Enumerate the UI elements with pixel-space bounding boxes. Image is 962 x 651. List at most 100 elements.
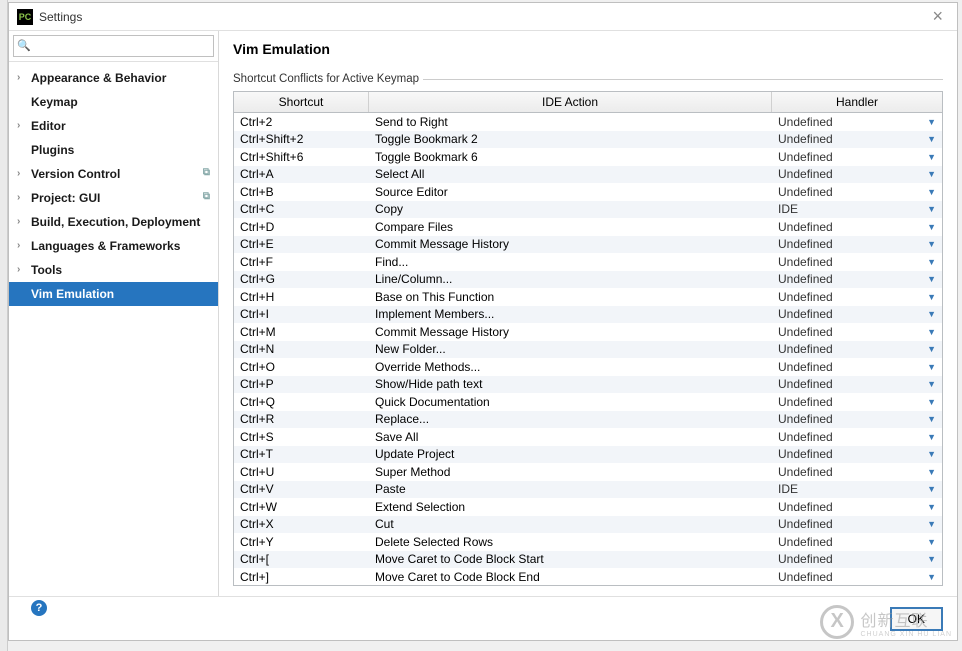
table-row[interactable]: Ctrl+DCompare FilesUndefined▼ (234, 218, 942, 236)
chevron-down-icon[interactable]: ▼ (927, 572, 936, 582)
chevron-down-icon[interactable]: ▼ (927, 519, 936, 529)
chevron-down-icon[interactable]: ▼ (927, 344, 936, 354)
chevron-down-icon[interactable]: ▼ (927, 204, 936, 214)
cell-handler[interactable]: Undefined▼ (772, 551, 942, 567)
close-icon[interactable]: × (926, 6, 949, 27)
table-row[interactable]: Ctrl+GLine/Column...Undefined▼ (234, 271, 942, 289)
cell-handler[interactable]: Undefined ▼ (772, 184, 942, 200)
ok-button[interactable]: OK (890, 607, 943, 631)
table-row[interactable]: Ctrl+HBase on This FunctionUndefined▼ (234, 288, 942, 306)
table-row[interactable]: Ctrl+USuper MethodUndefined▼ (234, 463, 942, 481)
table-row[interactable]: Ctrl+PShow/Hide path textUndefined▼ (234, 376, 942, 394)
chevron-down-icon[interactable]: ▼ (927, 379, 936, 389)
header-shortcut[interactable]: Shortcut (234, 92, 369, 112)
table-row[interactable]: Ctrl+SSave AllUndefined▼ (234, 428, 942, 446)
sidebar-item-languages-frameworks[interactable]: ›Languages & Frameworks (9, 234, 218, 258)
table-row[interactable]: Ctrl+2Send to RightUndefined▼ (234, 113, 942, 131)
cell-handler[interactable]: Undefined▼ (772, 306, 942, 322)
table-row[interactable]: Ctrl+[Move Caret to Code Block StartUnde… (234, 551, 942, 569)
table-row[interactable]: Ctrl+ASelect AllUndefined▼ (234, 166, 942, 184)
chevron-down-icon[interactable]: ▼ (927, 134, 936, 144)
cell-handler[interactable]: Undefined▼ (772, 446, 942, 462)
sidebar-item-vim-emulation[interactable]: Vim Emulation (9, 282, 218, 306)
table-row[interactable]: Ctrl+Shift+6Toggle Bookmark 6Undefined▼ (234, 148, 942, 166)
table-row[interactable]: Ctrl+YDelete Selected RowsUndefined▼ (234, 533, 942, 551)
header-handler[interactable]: Handler (772, 92, 942, 112)
table-row[interactable]: Ctrl+CCopyIDE▼ (234, 201, 942, 219)
chevron-down-icon[interactable]: ▼ (927, 397, 936, 407)
cell-handler[interactable]: Undefined▼ (772, 324, 942, 340)
cell-handler[interactable]: Undefined▼ (772, 254, 942, 270)
chevron-down-icon[interactable]: ▼ (927, 309, 936, 319)
chevron-down-icon[interactable]: ▼ (927, 432, 936, 442)
chevron-down-icon[interactable]: ▼ (927, 222, 936, 232)
cell-handler[interactable]: Undefined▼ (772, 149, 942, 165)
table-row[interactable]: Ctrl+FFind...Undefined▼ (234, 253, 942, 271)
table-row[interactable]: Ctrl+Shift+2Toggle Bookmark 2Undefined▼ (234, 131, 942, 149)
chevron-down-icon[interactable]: ▼ (927, 554, 936, 564)
cell-handler[interactable]: Undefined▼ (772, 411, 942, 427)
cell-handler[interactable]: Undefined▼ (772, 534, 942, 550)
table-row[interactable]: Ctrl+RReplace...Undefined▼ (234, 411, 942, 429)
cell-handler[interactable]: Undefined▼ (772, 114, 942, 130)
table-row[interactable]: Ctrl+VPasteIDE▼ (234, 481, 942, 499)
chevron-down-icon[interactable]: ▼ (927, 484, 936, 494)
cell-handler[interactable]: Undefined▼ (772, 166, 942, 182)
chevron-down-icon[interactable]: ▼ (927, 257, 936, 267)
cell-handler[interactable]: Undefined▼ (772, 219, 942, 235)
help-icon[interactable]: ? (31, 600, 47, 616)
cell-handler[interactable]: Undefined▼ (772, 376, 942, 392)
cell-handler[interactable]: Undefined▼ (772, 499, 942, 515)
chevron-down-icon[interactable]: ▼ (927, 187, 936, 197)
table-row[interactable]: Ctrl+QQuick DocumentationUndefined▼ (234, 393, 942, 411)
header-action[interactable]: IDE Action (369, 92, 772, 112)
table-row[interactable]: Ctrl+NNew Folder...Undefined▼ (234, 341, 942, 359)
sidebar-item-appearance-behavior[interactable]: ›Appearance & Behavior (9, 66, 218, 90)
cell-handler[interactable]: Undefined▼ (772, 289, 942, 305)
cell-handler[interactable]: Undefined▼ (772, 516, 942, 532)
sidebar-item-plugins[interactable]: Plugins (9, 138, 218, 162)
cell-handler[interactable]: Undefined▼ (772, 131, 942, 147)
table-row[interactable]: Ctrl+OOverride Methods...Undefined▼ (234, 358, 942, 376)
table-row[interactable]: Ctrl+IImplement Members...Undefined▼ (234, 306, 942, 324)
table-row[interactable]: Ctrl+XCutUndefined▼ (234, 516, 942, 534)
chevron-down-icon[interactable]: ▼ (927, 152, 936, 162)
sidebar-item-tools[interactable]: ›Tools (9, 258, 218, 282)
table-row[interactable]: Ctrl+]Move Caret to Code Block EndUndefi… (234, 568, 942, 586)
chevron-down-icon[interactable]: ▼ (927, 362, 936, 372)
chevron-down-icon[interactable]: ▼ (927, 292, 936, 302)
table-row[interactable]: Ctrl+WExtend SelectionUndefined▼ (234, 498, 942, 516)
settings-tree[interactable]: ›Appearance & BehaviorKeymap›EditorPlugi… (9, 62, 218, 596)
sidebar-item-editor[interactable]: ›Editor (9, 114, 218, 138)
cell-handler[interactable]: Undefined▼ (772, 359, 942, 375)
sidebar-item-version-control[interactable]: ›Version Control⧉ (9, 162, 218, 186)
cell-handler[interactable]: Undefined▼ (772, 429, 942, 445)
cell-handler[interactable]: IDE▼ (772, 481, 942, 497)
chevron-down-icon[interactable]: ▼ (927, 467, 936, 477)
cell-handler[interactable]: Undefined▼ (772, 236, 942, 252)
search-input[interactable] (13, 35, 214, 57)
cell-handler[interactable]: Undefined▼ (772, 394, 942, 410)
handler-value: Undefined (778, 185, 923, 199)
sidebar-item-keymap[interactable]: Keymap (9, 90, 218, 114)
chevron-down-icon[interactable]: ▼ (927, 117, 936, 127)
cell-handler[interactable]: Undefined▼ (772, 271, 942, 287)
cell-handler[interactable]: Undefined▼ (772, 569, 942, 585)
chevron-down-icon[interactable]: ▼ (927, 327, 936, 337)
chevron-down-icon[interactable]: ▼ (927, 239, 936, 249)
cell-handler[interactable]: Undefined▼ (772, 464, 942, 480)
sidebar-item-project-gui[interactable]: ›Project: GUI⧉ (9, 186, 218, 210)
chevron-down-icon[interactable]: ▼ (927, 537, 936, 547)
chevron-down-icon[interactable]: ▼ (927, 502, 936, 512)
chevron-down-icon[interactable]: ▼ (927, 274, 936, 284)
table-row[interactable]: Ctrl+BSource EditorUndefined▼ (234, 183, 942, 201)
table-row[interactable]: Ctrl+MCommit Message HistoryUndefined▼ (234, 323, 942, 341)
chevron-down-icon[interactable]: ▼ (927, 169, 936, 179)
cell-handler[interactable]: Undefined▼ (772, 341, 942, 357)
sidebar-item-build-execution-deployment[interactable]: ›Build, Execution, Deployment (9, 210, 218, 234)
table-row[interactable]: Ctrl+ECommit Message HistoryUndefined▼ (234, 236, 942, 254)
cell-handler[interactable]: IDE▼ (772, 201, 942, 217)
table-row[interactable]: Ctrl+TUpdate ProjectUndefined▼ (234, 446, 942, 464)
chevron-down-icon[interactable]: ▼ (927, 449, 936, 459)
chevron-down-icon[interactable]: ▼ (927, 414, 936, 424)
